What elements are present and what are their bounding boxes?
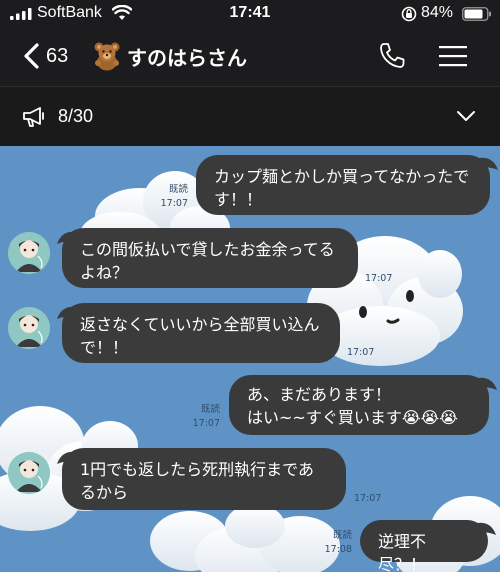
chat-area[interactable]: 既読 17:07 カップ麺とかしか買ってなかったです！！ この間仮払いで貸したお…: [0, 146, 500, 572]
message-time: 17:07: [365, 273, 393, 284]
chevron-down-icon[interactable]: [456, 109, 476, 123]
message-bubble-outgoing[interactable]: カップ麺とかしか買ってなかったです！！: [196, 155, 490, 215]
message-time: 17:07: [347, 347, 375, 358]
megaphone-icon: [23, 107, 44, 127]
menu-icon[interactable]: [439, 44, 467, 68]
read-receipt: 既読: [332, 530, 352, 541]
status-bar: SoftBank 17:41 84%: [0, 0, 500, 28]
avatar[interactable]: [8, 307, 50, 349]
chevron-left-icon: [24, 43, 39, 69]
announcement-bar[interactable]: 8/30: [0, 86, 500, 146]
phone-icon[interactable]: [377, 41, 407, 71]
bubble-tail: [478, 377, 497, 390]
avatar-image: [8, 307, 50, 349]
message-time: 17:07: [192, 418, 220, 429]
message-text-line: あ、まだあります！: [247, 385, 392, 404]
back-button[interactable]: 63: [22, 40, 68, 72]
message-bubble-outgoing[interactable]: あ、まだあります！ はい~~すぐ買います😭😭😭: [229, 375, 489, 435]
battery-icon: [462, 7, 491, 21]
chat-title: すのはらさん: [127, 46, 247, 70]
message-bubble-outgoing[interactable]: 逆理不尽？！: [360, 520, 488, 572]
avatar-image: [8, 232, 50, 274]
message-time: 17:07: [160, 198, 188, 209]
message-time: 17:08: [324, 544, 352, 555]
message-bubble-incoming[interactable]: 1円でも返したら死刑執行まであるから: [62, 448, 346, 510]
message-text-line: はい~~すぐ買います😭😭😭: [247, 408, 458, 427]
avatar[interactable]: [8, 232, 50, 274]
bubble-tail: [479, 157, 498, 170]
message-bubble-incoming[interactable]: この間仮払いで貸したお金余ってるよね？: [62, 228, 358, 288]
rotation-lock-icon: [401, 6, 417, 22]
message-bubble-incoming[interactable]: 返さなくていいから全部買い込んで！！: [62, 303, 340, 363]
unread-count: 63: [46, 44, 69, 67]
announcement-count: 8/30: [58, 106, 94, 126]
teddy-bear-icon: [94, 42, 120, 71]
avatar[interactable]: [8, 452, 50, 494]
bubble-tail: [477, 522, 496, 535]
battery-percent: 84%: [421, 4, 454, 21]
read-receipt: 既読: [200, 404, 220, 415]
read-receipt: 既読: [168, 184, 188, 195]
avatar-image: [8, 452, 50, 494]
chat-header: 63 すのはらさん: [0, 28, 500, 86]
message-time: 17:07: [354, 493, 382, 504]
